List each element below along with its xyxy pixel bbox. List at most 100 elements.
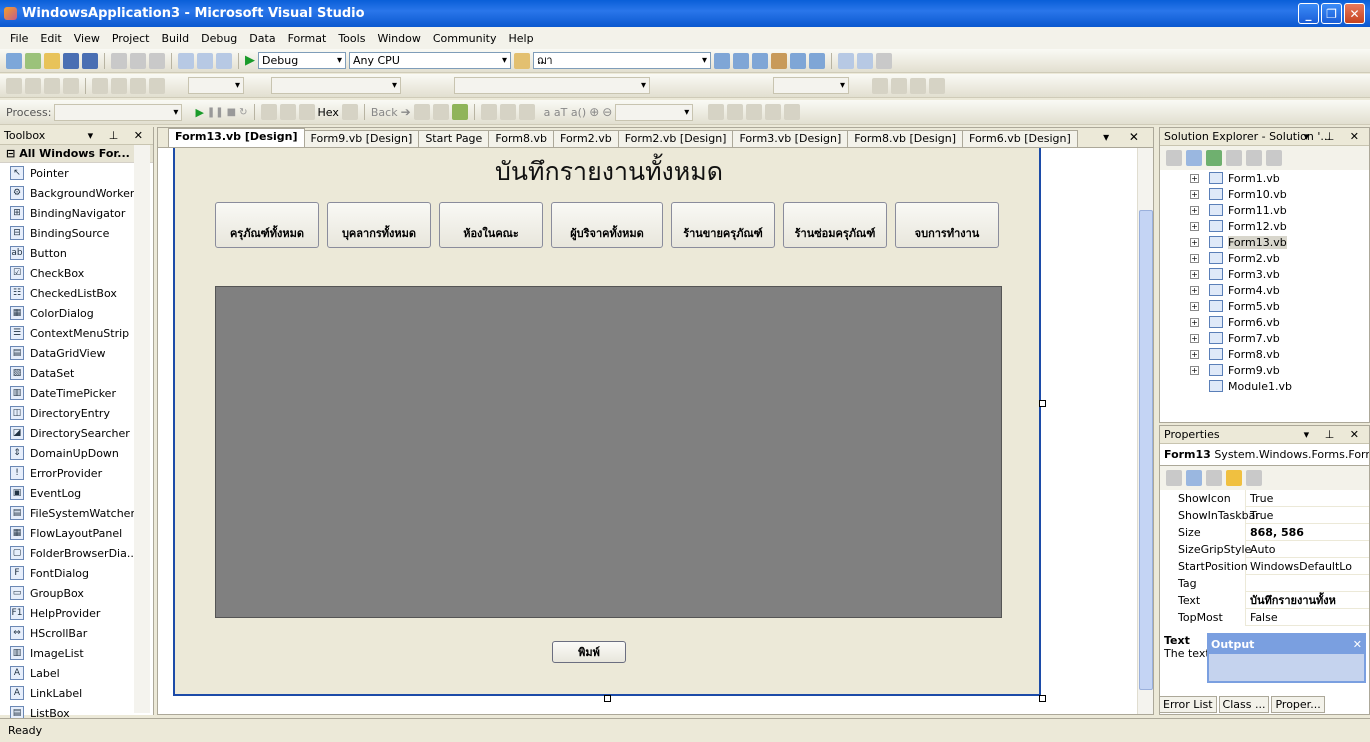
property-value[interactable]: False bbox=[1246, 611, 1278, 624]
font-size-icon[interactable]: a aT a() bbox=[544, 106, 587, 119]
brush-icon[interactable] bbox=[910, 77, 926, 94]
property-value[interactable]: True bbox=[1246, 509, 1273, 522]
toolbox-item[interactable]: ! ErrorProvider bbox=[0, 463, 153, 483]
expand-icon[interactable]: + bbox=[1190, 317, 1199, 327]
solution-item[interactable]: + Form1.vb bbox=[1160, 170, 1369, 186]
save-all-icon[interactable] bbox=[82, 52, 98, 69]
property-value[interactable]: บันทึกรายงานทั้งห bbox=[1246, 591, 1336, 609]
property-row[interactable]: StartPosition WindowsDefaultLo bbox=[1160, 557, 1369, 575]
solution-explorer-icon[interactable] bbox=[714, 52, 730, 69]
toolbox-item[interactable]: F FontDialog bbox=[0, 563, 153, 583]
empty-combo-4[interactable] bbox=[773, 77, 849, 94]
expand-icon[interactable]: + bbox=[1190, 333, 1199, 343]
toolbox-item[interactable]: ⚙ BackgroundWorker bbox=[0, 183, 153, 203]
breakpoints-window-icon[interactable] bbox=[341, 104, 358, 120]
toolbox-item[interactable]: ▦ FlowLayoutPanel bbox=[0, 523, 153, 543]
copy-icon[interactable] bbox=[130, 52, 146, 69]
toolbox-icon[interactable] bbox=[771, 52, 787, 69]
property-value[interactable]: 868, 586 bbox=[1246, 526, 1304, 539]
expand-icon[interactable]: + bbox=[1190, 301, 1199, 311]
tab-document[interactable]: Form2.vb [Design] bbox=[617, 130, 734, 147]
toolbox-item[interactable]: ◪ DirectorySearcher bbox=[0, 423, 153, 443]
expand-icon[interactable]: + bbox=[1190, 237, 1199, 247]
property-row[interactable]: TopMost False bbox=[1160, 608, 1369, 626]
equipment-shops-button[interactable]: ร้านขายครุภัณฑ์ bbox=[671, 202, 775, 248]
collapse-icon[interactable]: ⊟ bbox=[6, 147, 15, 160]
step-out-icon[interactable] bbox=[298, 104, 315, 120]
sum-icon[interactable] bbox=[6, 77, 22, 94]
send-back-icon[interactable] bbox=[746, 104, 763, 120]
tab-document[interactable]: Form9.vb [Design] bbox=[303, 130, 420, 147]
solution-item[interactable]: + Form13.vb bbox=[1160, 234, 1369, 250]
expand-icon[interactable]: + bbox=[1190, 221, 1199, 231]
resize-handle-corner[interactable] bbox=[1039, 695, 1046, 702]
scroll-thumb[interactable] bbox=[1139, 210, 1153, 690]
minimize-button[interactable]: _ bbox=[1298, 3, 1319, 24]
layout-grid-2-icon[interactable] bbox=[857, 52, 873, 69]
property-value[interactable]: True bbox=[1246, 492, 1273, 505]
menu-format[interactable]: Format bbox=[282, 32, 333, 45]
solution-item[interactable]: + Form6.vb bbox=[1160, 314, 1369, 330]
object-selector[interactable]: Form13 System.Windows.Forms.Forr bbox=[1160, 444, 1369, 466]
toolbox-item[interactable]: ▣ EventLog bbox=[0, 483, 153, 503]
bookmark-icon[interactable] bbox=[872, 77, 888, 94]
cut-icon[interactable] bbox=[111, 52, 127, 69]
solution-item[interactable]: + Form5.vb bbox=[1160, 298, 1369, 314]
solution-item[interactable]: + Form2.vb bbox=[1160, 250, 1369, 266]
property-pages-icon[interactable] bbox=[1246, 470, 1262, 486]
break-all-icon[interactable]: ❚❚ bbox=[207, 107, 224, 118]
indent-icon[interactable] bbox=[92, 77, 108, 94]
toolbox-item[interactable]: ▤ FileSystemWatcher bbox=[0, 503, 153, 523]
platform-select[interactable]: Any CPU bbox=[349, 52, 511, 69]
continue-icon[interactable]: ▶ bbox=[195, 106, 203, 119]
toolbox-scrollbar[interactable] bbox=[134, 145, 150, 713]
paste-icon[interactable] bbox=[149, 52, 165, 69]
toolbox-item[interactable]: F1 HelpProvider bbox=[0, 603, 153, 623]
empty-combo-3[interactable] bbox=[454, 77, 650, 94]
property-value[interactable]: WindowsDefaultLo bbox=[1246, 560, 1352, 573]
toolbox-item[interactable]: ▢ FolderBrowserDia... bbox=[0, 543, 153, 563]
maximize-button[interactable]: ❐ bbox=[1321, 3, 1342, 24]
report-viewer-panel[interactable] bbox=[215, 286, 1002, 618]
tab-controls[interactable]: ▾ ✕ bbox=[1103, 130, 1147, 144]
layout-grid-icon[interactable] bbox=[838, 52, 854, 69]
toolbox-item[interactable]: ⊞ BindingNavigator bbox=[0, 203, 153, 223]
toolbox-item[interactable]: ☑ CheckBox bbox=[0, 263, 153, 283]
tab-document[interactable]: Form13.vb [Design] bbox=[168, 128, 305, 147]
alphabetical-icon[interactable] bbox=[1186, 470, 1202, 486]
toolbox-item[interactable]: ⇕ DomainUpDown bbox=[0, 443, 153, 463]
property-row[interactable]: Tag bbox=[1160, 574, 1369, 592]
expand-icon[interactable]: + bbox=[1190, 253, 1199, 263]
tab-document[interactable]: Form3.vb [Design] bbox=[732, 130, 849, 147]
start-page-icon[interactable] bbox=[790, 52, 806, 69]
all-personnel-button[interactable]: บุคลากรทั้งหมด bbox=[327, 202, 431, 248]
property-row[interactable]: Text บันทึกรายงานทั้งห bbox=[1160, 591, 1369, 609]
toolbox-item[interactable]: ◫ DirectoryEntry bbox=[0, 403, 153, 423]
restart-icon[interactable]: ↻ bbox=[239, 107, 247, 118]
solution-item[interactable]: + Form7.vb bbox=[1160, 330, 1369, 346]
menu-community[interactable]: Community bbox=[427, 32, 503, 45]
property-row[interactable]: SizeGripStyle Auto bbox=[1160, 540, 1369, 558]
tab-document[interactable]: Form6.vb [Design] bbox=[962, 130, 1078, 147]
expand-icon[interactable]: + bbox=[1190, 349, 1199, 359]
align-2-icon[interactable] bbox=[44, 77, 60, 94]
bottom-tab[interactable]: Error List bbox=[1159, 696, 1217, 713]
output-window[interactable]: Output ✕ bbox=[1207, 633, 1366, 683]
tab-document[interactable]: Form8.vb bbox=[488, 130, 555, 147]
sort-icon[interactable] bbox=[480, 104, 497, 120]
menu-project[interactable]: Project bbox=[106, 32, 156, 45]
find-combo[interactable]: ฌา bbox=[533, 52, 711, 69]
categorized-icon[interactable] bbox=[1166, 470, 1182, 486]
expand-icon[interactable]: + bbox=[1190, 189, 1199, 199]
zoom-select[interactable] bbox=[615, 103, 694, 121]
comment-icon[interactable] bbox=[149, 77, 165, 94]
toolbox-item[interactable]: A Label bbox=[0, 663, 153, 683]
table-icon[interactable] bbox=[130, 77, 146, 94]
toolbox-item[interactable]: ⊟ BindingSource bbox=[0, 223, 153, 243]
back-button[interactable]: Back bbox=[371, 106, 398, 119]
process-select[interactable] bbox=[54, 103, 183, 121]
menu-edit[interactable]: Edit bbox=[34, 32, 67, 45]
toolbox-item[interactable]: ▥ DateTimePicker bbox=[0, 383, 153, 403]
menu-debug[interactable]: Debug bbox=[195, 32, 243, 45]
sort-2-icon[interactable] bbox=[499, 104, 516, 120]
